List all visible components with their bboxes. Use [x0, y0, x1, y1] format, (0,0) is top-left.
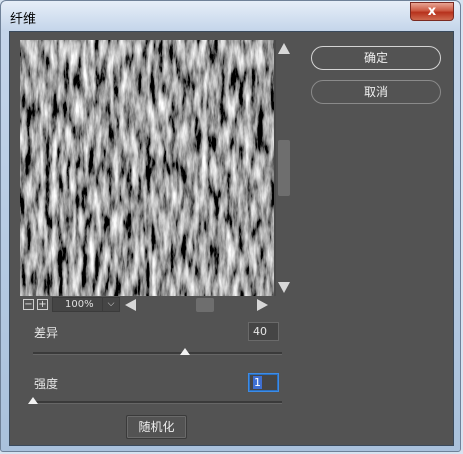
- strength-input-value: 1: [253, 376, 262, 389]
- close-icon: x: [427, 4, 437, 19]
- preview-toolbar: − + 100% ⌵: [20, 296, 292, 314]
- fiber-preview-image[interactable]: [20, 40, 274, 296]
- chevron-down-icon: ⌵: [102, 298, 119, 311]
- preview-vertical-scrollbar[interactable]: [276, 40, 292, 296]
- dialog-title: 纤维: [10, 12, 37, 27]
- randomize-button[interactable]: 随机化: [126, 415, 187, 439]
- dialog-content: − + 100% ⌵ 确定 取消 差异 40 强度 1 随机化: [9, 31, 454, 446]
- scroll-up-arrow-icon[interactable]: [278, 43, 290, 54]
- zoom-level-dropdown[interactable]: 100% ⌵: [52, 297, 120, 312]
- strength-slider-handle[interactable]: [28, 397, 38, 404]
- zoom-in-button[interactable]: +: [37, 299, 48, 310]
- title-bar[interactable]: 纤维 x: [1, 1, 460, 31]
- scroll-left-arrow-icon[interactable]: [125, 299, 136, 311]
- cancel-button[interactable]: 取消: [311, 80, 441, 104]
- variance-input[interactable]: 40: [248, 322, 279, 341]
- variance-label: 差异: [34, 326, 59, 340]
- vertical-scroll-thumb[interactable]: [278, 140, 290, 196]
- strength-label: 强度: [34, 377, 59, 391]
- strength-slider-track[interactable]: [33, 401, 282, 404]
- close-button[interactable]: x: [410, 2, 454, 21]
- variance-slider-handle[interactable]: [179, 348, 190, 355]
- preview-panel: − + 100% ⌵: [20, 40, 292, 314]
- scroll-down-arrow-icon[interactable]: [278, 282, 290, 293]
- ok-button[interactable]: 确定: [311, 46, 441, 70]
- zoom-level-value: 100%: [65, 299, 94, 310]
- horizontal-scroll-thumb[interactable]: [196, 298, 214, 312]
- dialog-window: 纤维 x − + 100% ⌵ 确定 取消 差异 40 强度 1 随机化: [0, 0, 461, 452]
- variance-slider-track[interactable]: [33, 352, 282, 355]
- strength-input[interactable]: 1: [248, 373, 279, 392]
- fiber-texture: [20, 40, 274, 296]
- zoom-out-button[interactable]: −: [23, 299, 34, 310]
- scroll-right-arrow-icon[interactable]: [257, 299, 268, 311]
